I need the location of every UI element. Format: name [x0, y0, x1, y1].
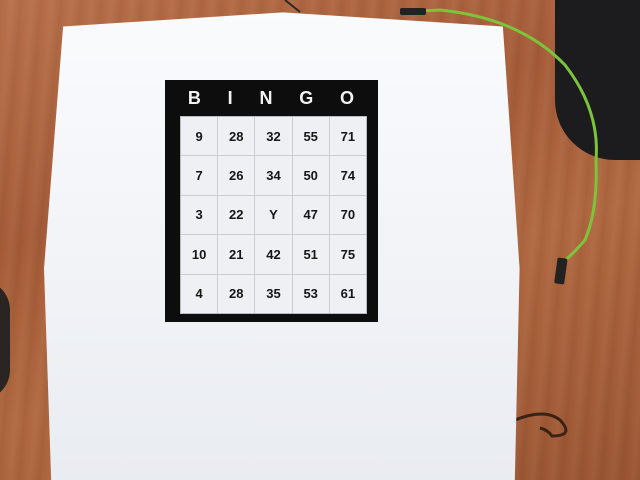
- bingo-free-cell: Y: [255, 195, 292, 235]
- bingo-cell: 28: [218, 274, 255, 313]
- bingo-cell: 3: [181, 195, 218, 235]
- bingo-cell: 61: [329, 274, 366, 313]
- header-letter-o: O: [340, 87, 356, 108]
- header-letter-g: G: [299, 87, 315, 108]
- bingo-cell: 42: [255, 235, 292, 274]
- bingo-header: B I N G O: [165, 80, 378, 116]
- bingo-cell: 71: [329, 117, 366, 156]
- bingo-cell: 35: [255, 274, 292, 313]
- bingo-cell: 75: [329, 235, 366, 274]
- bingo-cell: 7: [181, 156, 218, 195]
- bingo-cell: 70: [329, 195, 366, 235]
- bingo-cell: 55: [292, 117, 329, 156]
- bingo-cell: 4: [181, 274, 218, 313]
- bingo-cell: 34: [255, 156, 292, 195]
- header-letter-i: I: [227, 87, 234, 108]
- header-letter-b: B: [187, 87, 202, 108]
- bingo-cell: 74: [329, 156, 366, 195]
- bingo-cell: 53: [292, 274, 329, 313]
- bingo-card: B I N G O 9 28 32 55 71 7 26 34 50 74 3 …: [165, 80, 378, 322]
- bingo-cell: 9: [181, 117, 218, 156]
- photo-scene: B I N G O 9 28 32 55 71 7 26 34 50 74 3 …: [0, 0, 640, 480]
- bingo-cell: 10: [181, 235, 218, 274]
- bingo-cell: 51: [292, 235, 329, 274]
- bingo-cell: 21: [218, 235, 255, 274]
- bingo-cell: 47: [292, 195, 329, 235]
- header-letter-n: N: [259, 87, 274, 108]
- bingo-cell: 50: [292, 156, 329, 195]
- bingo-grid: 9 28 32 55 71 7 26 34 50 74 3 22 Y 47 70…: [180, 116, 367, 314]
- dark-object-top-right: [555, 0, 640, 160]
- bingo-cell: 22: [218, 195, 255, 235]
- bingo-cell: 32: [255, 117, 292, 156]
- bingo-cell: 28: [218, 117, 255, 156]
- bingo-cell: 26: [218, 156, 255, 195]
